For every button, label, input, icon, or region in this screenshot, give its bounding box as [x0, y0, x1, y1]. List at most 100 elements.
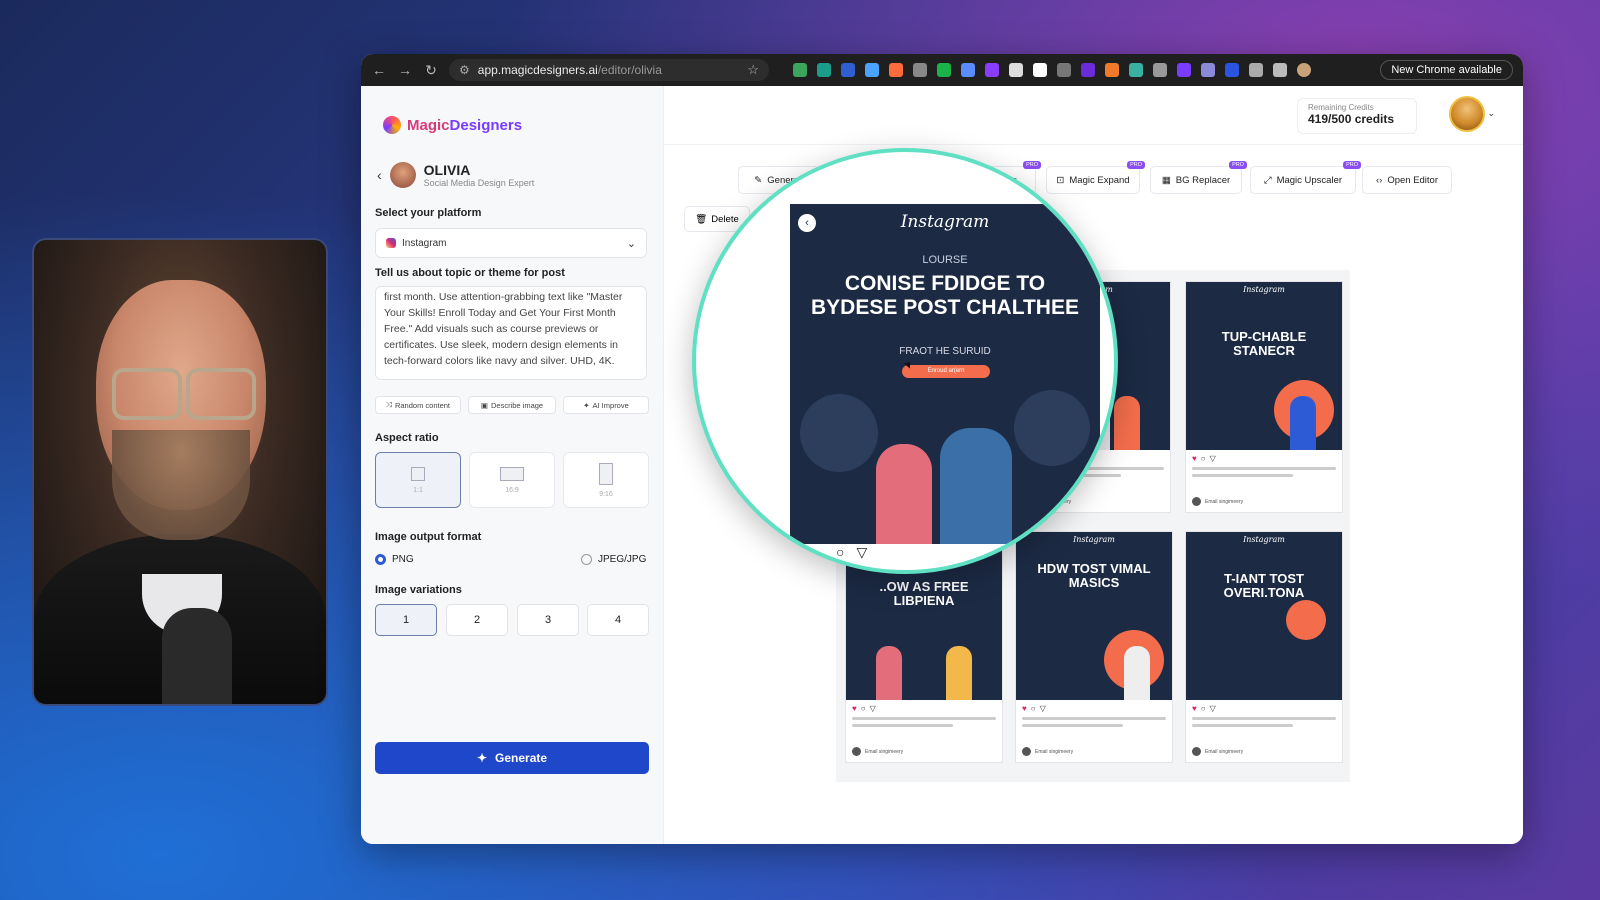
back-arrow-icon[interactable]: ← — [371, 62, 387, 78]
format-png-label: PNG — [392, 554, 414, 565]
post-subtitle: LOURSE — [922, 254, 968, 266]
credits-value: 419/500 credits — [1308, 112, 1395, 126]
aspect-option-1-1[interactable]: 1:1 — [375, 452, 461, 508]
magic-upscaler-button[interactable]: ⤢ Magic Upscaler PRO — [1250, 161, 1361, 194]
comment-icon[interactable]: ○ — [1031, 704, 1036, 713]
generated-post[interactable]: Instagram T-IANT TOST OVERI.TONA ♥ ○ ▽ Ema… — [1186, 532, 1342, 762]
platform-select[interactable]: Instagram ⌄ — [375, 228, 647, 258]
expand-icon: ⊡ — [1056, 174, 1065, 186]
generated-post[interactable]: Instagram HDW TOST VIMAL MASICS ♥○▽ Emai… — [1016, 532, 1172, 762]
extension-icon[interactable] — [793, 63, 807, 77]
generate-button[interactable]: ✦ Generate — [375, 742, 649, 774]
aspect-option-label: 9:16 — [599, 490, 613, 498]
user-avatar[interactable] — [1449, 96, 1485, 132]
illustration-circle — [1014, 390, 1090, 466]
bookmark-star-icon[interactable]: ☆ — [747, 62, 759, 78]
random-content-button[interactable]: ⤨ Random content — [375, 396, 461, 414]
shuffle-icon: ⤨ — [385, 400, 392, 409]
extension-icon[interactable] — [913, 63, 927, 77]
extension-icon[interactable] — [841, 63, 855, 77]
address-bar[interactable]: ⚙ app.magicdesigners.ai/editor/olivia ☆ — [449, 59, 769, 81]
share-icon[interactable]: ▽ — [1040, 704, 1046, 713]
sparkle-icon: ✦ — [583, 400, 590, 410]
agent-header: ‹ OLIVIA Social Media Design Expert — [377, 162, 534, 188]
profile-icon[interactable] — [1297, 63, 1311, 77]
comment-icon[interactable]: ○ — [1201, 454, 1206, 463]
heart-icon[interactable]: ♥ — [1192, 704, 1197, 713]
share-icon[interactable]: ▽ — [1210, 454, 1216, 463]
extension-icon[interactable] — [1033, 63, 1047, 77]
extension-icon[interactable] — [817, 63, 831, 77]
extension-icon[interactable] — [1057, 63, 1071, 77]
format-jpeg-radio[interactable]: JPEG/JPG — [581, 554, 646, 565]
extension-icon[interactable] — [1153, 63, 1167, 77]
post-user: Email singimeery — [1192, 497, 1243, 506]
sparkle-icon: ✦ — [476, 751, 488, 765]
aspect-option-9-16[interactable]: 9:16 — [563, 452, 649, 508]
open-editor-button[interactable]: ‹› Open Editor — [1362, 166, 1452, 194]
aspect-option-label: 16:9 — [505, 486, 519, 494]
post-title: ..OW AS FREE LIBPIENA — [879, 579, 969, 608]
extension-icon[interactable] — [985, 63, 999, 77]
extension-icon[interactable] — [1009, 63, 1023, 77]
post-user: Email singimeery — [1192, 747, 1243, 756]
heart-icon[interactable]: ♥ — [1192, 454, 1197, 463]
heart-icon[interactable]: ♥ — [852, 704, 857, 713]
generated-post[interactable]: Instagram TUP-CHABLE STANECR ♥ ○ ▽ Email s… — [1186, 282, 1342, 512]
extension-icon[interactable] — [865, 63, 879, 77]
heart-icon[interactable]: ♥ — [1022, 704, 1027, 713]
comment-icon[interactable]: ○ — [861, 704, 866, 713]
brand-logo[interactable]: MagicDesigners — [383, 116, 522, 134]
share-icon[interactable]: ▽ — [856, 544, 867, 561]
describe-image-button[interactable]: ▣ Describe image — [468, 396, 556, 414]
variation-option-3[interactable]: 3 — [517, 604, 579, 636]
ai-improve-button[interactable]: ✦ AI Improve — [563, 396, 649, 414]
share-icon[interactable]: ▽ — [1210, 704, 1216, 713]
reload-icon[interactable]: ↻ — [423, 62, 439, 79]
microphone — [162, 608, 232, 704]
landscape-icon — [500, 466, 524, 481]
extension-icon[interactable] — [1201, 63, 1215, 77]
variation-option-1[interactable]: 1 — [375, 604, 437, 636]
open-editor-label: Open Editor — [1387, 174, 1439, 186]
credits-box: Remaining Credits 419/500 credits — [1297, 98, 1417, 134]
extension-icon[interactable] — [1081, 63, 1095, 77]
share-icon[interactable]: ▽ — [870, 704, 876, 713]
random-content-label: Random content — [394, 400, 451, 410]
format-png-radio[interactable]: PNG — [375, 554, 414, 565]
chevron-down-icon[interactable]: ⌄ — [1487, 108, 1495, 119]
aspect-option-16-9[interactable]: 16:9 — [469, 452, 555, 508]
post-brand: Instagram — [1243, 535, 1285, 544]
download-icon[interactable] — [1273, 63, 1287, 77]
site-info-icon[interactable]: ⚙ — [459, 63, 470, 77]
extension-icon[interactable] — [1129, 63, 1143, 77]
agent-role: Social Media Design Expert — [423, 178, 535, 188]
puzzle-icon[interactable] — [1249, 63, 1263, 77]
extension-icon[interactable] — [937, 63, 951, 77]
extension-icon[interactable] — [1105, 63, 1119, 77]
post-user: Email singimeery — [1022, 747, 1073, 756]
aspect-ratio-label: Aspect ratio — [375, 432, 439, 444]
topic-label: Tell us about topic or theme for post — [375, 267, 565, 279]
comment-icon[interactable]: ○ — [1201, 704, 1206, 713]
bg-replacer-button[interactable]: ▦ BG Replacer PRO — [1150, 161, 1247, 194]
extension-icon[interactable] — [961, 63, 975, 77]
variation-option-4[interactable]: 4 — [587, 604, 649, 636]
magic-expand-button[interactable]: ⊡ Magic Expand PRO — [1046, 161, 1145, 194]
new-chrome-button[interactable]: New Chrome available — [1380, 60, 1513, 80]
topic-textarea[interactable]: first month. Use attention-grabbing text… — [375, 286, 647, 380]
magnified-post[interactable]: ‹ Instagram LOURSE CONISE FDIDGE TO BYDE… — [790, 204, 1100, 544]
extension-icon[interactable] — [889, 63, 903, 77]
extension-icon[interactable] — [1225, 63, 1239, 77]
format-jpeg-label: JPEG/JPG — [598, 554, 647, 565]
chevron-left-icon[interactable]: ‹ — [377, 167, 382, 183]
comment-icon[interactable]: ○ — [836, 544, 844, 561]
brand-name-part2: Designers — [449, 116, 523, 134]
forward-arrow-icon[interactable]: → — [397, 62, 413, 78]
pro-badge: PRO — [1023, 161, 1041, 169]
post-title: TUP-CHABLE STANECR — [1221, 329, 1307, 358]
variation-option-2[interactable]: 2 — [446, 604, 508, 636]
extension-icon[interactable] — [1177, 63, 1191, 77]
bg-replacer-label: BG Replacer — [1175, 174, 1231, 186]
delete-label: Delete — [711, 213, 739, 225]
